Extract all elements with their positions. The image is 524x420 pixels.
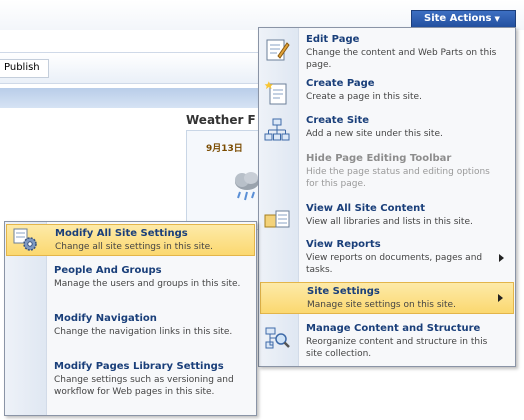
edit-page-icon — [266, 39, 290, 61]
submenu-item-modify-navigation[interactable]: Modify Navigation Change the navigation … — [6, 310, 255, 354]
menu-item-view-reports[interactable]: View Reports View reports on documents, … — [260, 236, 514, 282]
submenu-item-people-and-groups[interactable]: People And Groups Manage the users and g… — [6, 262, 255, 306]
menu-item-create-site[interactable]: Create Site Add a new site under this si… — [260, 112, 514, 146]
site-actions-button[interactable]: Site Actions ▼ — [411, 10, 516, 28]
submenu-item-desc: Change the navigation links in this site… — [54, 327, 233, 337]
weather-webpart-title: Weather F — [186, 113, 256, 127]
menu-item-title: Manage Content and Structure — [306, 323, 481, 334]
menu-item-desc: View all libraries and lists in this sit… — [306, 217, 473, 227]
menu-item-site-settings[interactable]: Site Settings Manage site settings on th… — [260, 282, 514, 314]
menu-item-desc: Create a page in this site. — [306, 92, 422, 102]
submenu-item-modify-pages-library-settings[interactable]: Modify Pages Library Settings Change set… — [6, 358, 255, 414]
site-actions-menu: Edit Page Change the content and Web Par… — [258, 27, 516, 367]
header-ribbon — [0, 88, 258, 108]
menu-item-view-all-site-content[interactable]: View All Site Content View all libraries… — [260, 200, 514, 234]
menu-item-title: Create Site — [306, 115, 370, 126]
menu-item-hide-page-editing-toolbar[interactable]: Hide Page Editing Toolbar Hide the page … — [260, 150, 514, 194]
menu-item-title: Hide Page Editing Toolbar — [306, 153, 452, 164]
menu-item-desc: Reorganize content and structure in this… — [306, 337, 488, 359]
chevron-down-icon: ▼ — [494, 15, 500, 23]
menu-item-title: Edit Page — [306, 34, 360, 45]
view-content-icon — [264, 210, 290, 228]
publish-button[interactable]: Publish — [0, 59, 49, 78]
menu-item-desc: Add a new site under this site. — [306, 129, 443, 139]
menu-item-desc: View reports on documents, pages and tas… — [306, 253, 483, 275]
submenu-item-desc: Change all site settings in this site. — [55, 242, 214, 252]
submenu-item-desc: Change settings such as versioning and w… — [54, 375, 234, 397]
submenu-item-title: Modify Navigation — [54, 313, 157, 324]
submenu-item-title: Modify All Site Settings — [55, 228, 188, 239]
menu-item-edit-page[interactable]: Edit Page Change the content and Web Par… — [260, 31, 514, 71]
submenu-item-desc: Manage the users and groups in this site… — [54, 279, 241, 289]
menu-item-manage-content-and-structure[interactable]: Manage Content and Structure Reorganize … — [260, 320, 514, 364]
menu-item-title: Create Page — [306, 78, 375, 89]
menu-item-desc: Hide the page status and editing options… — [306, 167, 490, 189]
create-site-icon — [264, 118, 290, 141]
submenu-arrow-icon — [499, 254, 504, 262]
menu-item-title: View Reports — [306, 239, 381, 250]
submenu-arrow-icon — [498, 294, 503, 302]
manage-content-icon — [265, 327, 290, 349]
submenu-item-title: People And Groups — [54, 265, 162, 276]
menu-item-desc: Change the content and Web Parts on this… — [306, 48, 497, 70]
menu-item-title: Site Settings — [307, 286, 380, 297]
menu-item-create-page[interactable]: Create Page Create a page in this site. — [260, 75, 514, 109]
submenu-item-modify-all-site-settings[interactable]: Modify All Site Settings Change all site… — [6, 224, 255, 256]
site-actions-label: Site Actions — [424, 13, 492, 24]
weather-date: 9月13日 — [206, 144, 243, 154]
submenu-item-title: Modify Pages Library Settings — [54, 361, 224, 372]
menu-item-title: View All Site Content — [306, 203, 426, 214]
settings-gear-icon — [13, 228, 37, 251]
site-settings-submenu: Modify All Site Settings Change all site… — [4, 221, 257, 416]
page-editing-toolbar: Publish — [0, 52, 260, 84]
menu-item-desc: Manage site settings on this site. — [307, 300, 456, 310]
create-page-icon — [264, 81, 287, 105]
